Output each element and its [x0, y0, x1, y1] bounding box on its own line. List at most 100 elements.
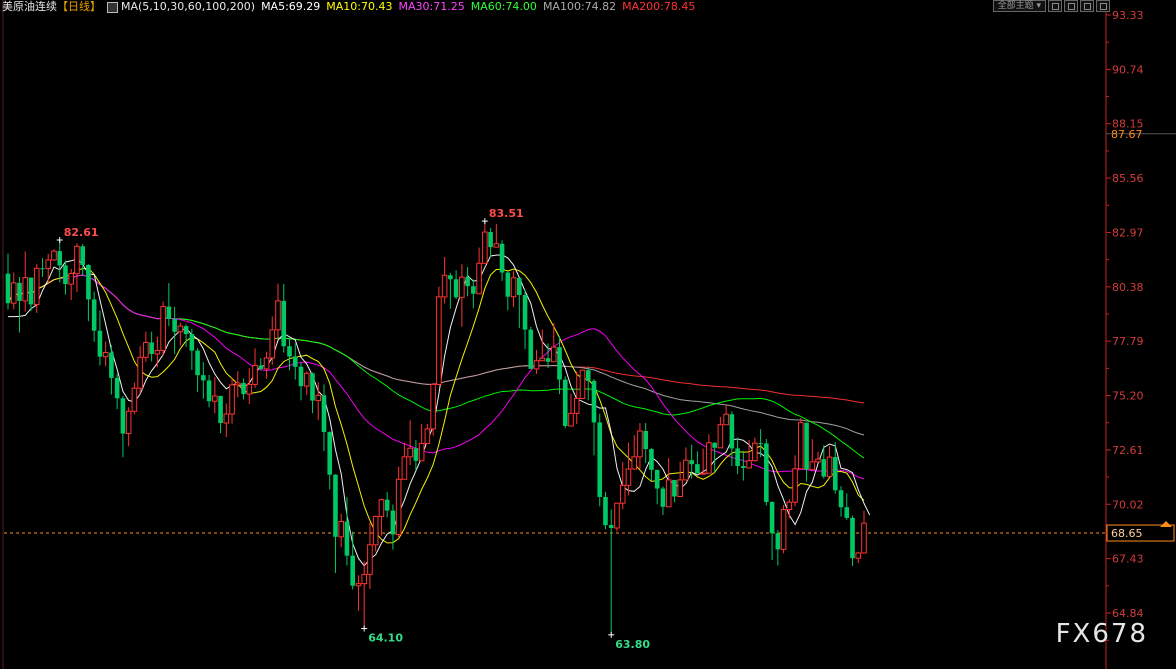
- candle-body: [355, 583, 362, 587]
- candle-body: [453, 279, 459, 298]
- candle-body: [223, 413, 230, 424]
- candle-body: [597, 422, 603, 497]
- candle-body: [539, 357, 546, 362]
- y-tick-label: 82.97: [1112, 226, 1144, 239]
- candle-body: [407, 447, 413, 458]
- candle-body: [310, 373, 315, 401]
- price-grid: [2, 0, 1107, 669]
- candle-body: [488, 232, 493, 248]
- candle-body: [172, 318, 177, 332]
- candle-body: [792, 468, 798, 503]
- candle-body: [832, 457, 838, 491]
- y-tick-label: 67.43: [1112, 553, 1144, 566]
- candle-body: [844, 507, 850, 518]
- candle-body: [672, 479, 677, 497]
- candle-body: [418, 442, 425, 462]
- close-panel-icon[interactable]: [1096, 0, 1110, 12]
- ma60-line: [7, 274, 865, 459]
- candle-body: [109, 352, 114, 378]
- candle-body: [263, 357, 270, 370]
- candle-body: [143, 341, 149, 358]
- ma30-line: [7, 274, 865, 480]
- candle-body: [177, 325, 184, 333]
- candle-body: [826, 456, 833, 478]
- high-annotation-label: 82.61: [64, 226, 99, 239]
- candle-body: [838, 490, 844, 508]
- candle-body: [51, 250, 57, 261]
- candle-body: [183, 326, 189, 335]
- candle-body: [166, 306, 172, 319]
- candle-body: [212, 395, 218, 402]
- candle-body: [631, 456, 638, 470]
- cursor-price-label: 87.67: [1111, 128, 1143, 141]
- candle-body: [292, 356, 298, 367]
- candle-body: [706, 442, 712, 474]
- candle-body: [619, 484, 626, 504]
- candle-body: [218, 395, 223, 424]
- chevron-down-icon: ▾: [1036, 1, 1041, 11]
- y-tick-label: 77.79: [1112, 335, 1144, 348]
- period-label[interactable]: 【日线】: [57, 0, 101, 14]
- high-annotation-label: 83.51: [489, 207, 524, 220]
- candle-body: [22, 277, 29, 302]
- candle-body: [683, 459, 689, 481]
- candle-body: [5, 273, 11, 304]
- candle-body: [246, 383, 253, 395]
- candle-body: [275, 300, 281, 331]
- candle-body: [476, 262, 482, 295]
- candle-body: [804, 422, 809, 470]
- candle-body: [241, 382, 246, 395]
- candle-body: [459, 276, 465, 298]
- ma5-value: MA5:69.29: [261, 0, 321, 13]
- candle-body: [395, 478, 402, 535]
- candle-body: [137, 356, 143, 389]
- candle-body: [545, 358, 551, 362]
- candles: [5, 221, 867, 635]
- candle-body: [482, 231, 488, 264]
- candle-body: [677, 479, 683, 498]
- candle-body: [424, 428, 431, 444]
- watermark-logo: FX678: [1055, 619, 1148, 649]
- candlestick-chart[interactable]: 82.6183.5164.10 63.80 93.3390.7488.1585.5…: [0, 0, 1176, 669]
- candle-body: [160, 306, 166, 351]
- candle-body: [568, 412, 574, 427]
- window-icon[interactable]: [1080, 0, 1094, 12]
- candle-body: [372, 515, 379, 546]
- grid-icon[interactable]: [1048, 0, 1062, 12]
- candle-body: [10, 282, 17, 304]
- candle-body: [861, 522, 867, 554]
- ma200-value: MA200:78.45: [622, 0, 696, 13]
- candle-body: [361, 573, 367, 585]
- candle-body: [603, 496, 608, 526]
- ma-label[interactable]: MA(5,10,30,60,100,200): [121, 0, 255, 14]
- candle-body: [665, 479, 672, 508]
- candle-body: [344, 521, 350, 556]
- main-indicator-select[interactable]: 全部主题 ▾: [992, 0, 1046, 12]
- y-tick-label: 93.33: [1112, 9, 1144, 22]
- candle-body: [780, 509, 787, 550]
- ma-settings-icon[interactable]: [107, 1, 118, 13]
- candle-body: [769, 501, 775, 534]
- candle-body: [378, 499, 385, 517]
- candle-body: [189, 334, 195, 351]
- candle-body: [57, 251, 63, 266]
- low-annotation-label: 63.80: [615, 638, 650, 651]
- candle-body: [717, 424, 724, 449]
- candle-body: [234, 382, 241, 386]
- candle-body: [689, 460, 694, 465]
- low-annotation-label: 64.10: [368, 632, 403, 645]
- y-tick-label: 70.02: [1112, 498, 1144, 511]
- candle-body: [338, 520, 345, 538]
- layout-icon[interactable]: [1064, 0, 1078, 12]
- candle-body: [281, 300, 287, 347]
- candle-body: [695, 464, 700, 474]
- candle-body: [798, 422, 804, 470]
- candle-body: [154, 349, 161, 355]
- candle-body: [448, 275, 453, 280]
- candle-body: [97, 330, 103, 357]
- candle-body: [350, 555, 355, 586]
- candle-body: [850, 517, 855, 559]
- candle-body: [517, 277, 522, 296]
- candle-body: [149, 342, 154, 354]
- y-tick-label: 90.74: [1112, 63, 1144, 76]
